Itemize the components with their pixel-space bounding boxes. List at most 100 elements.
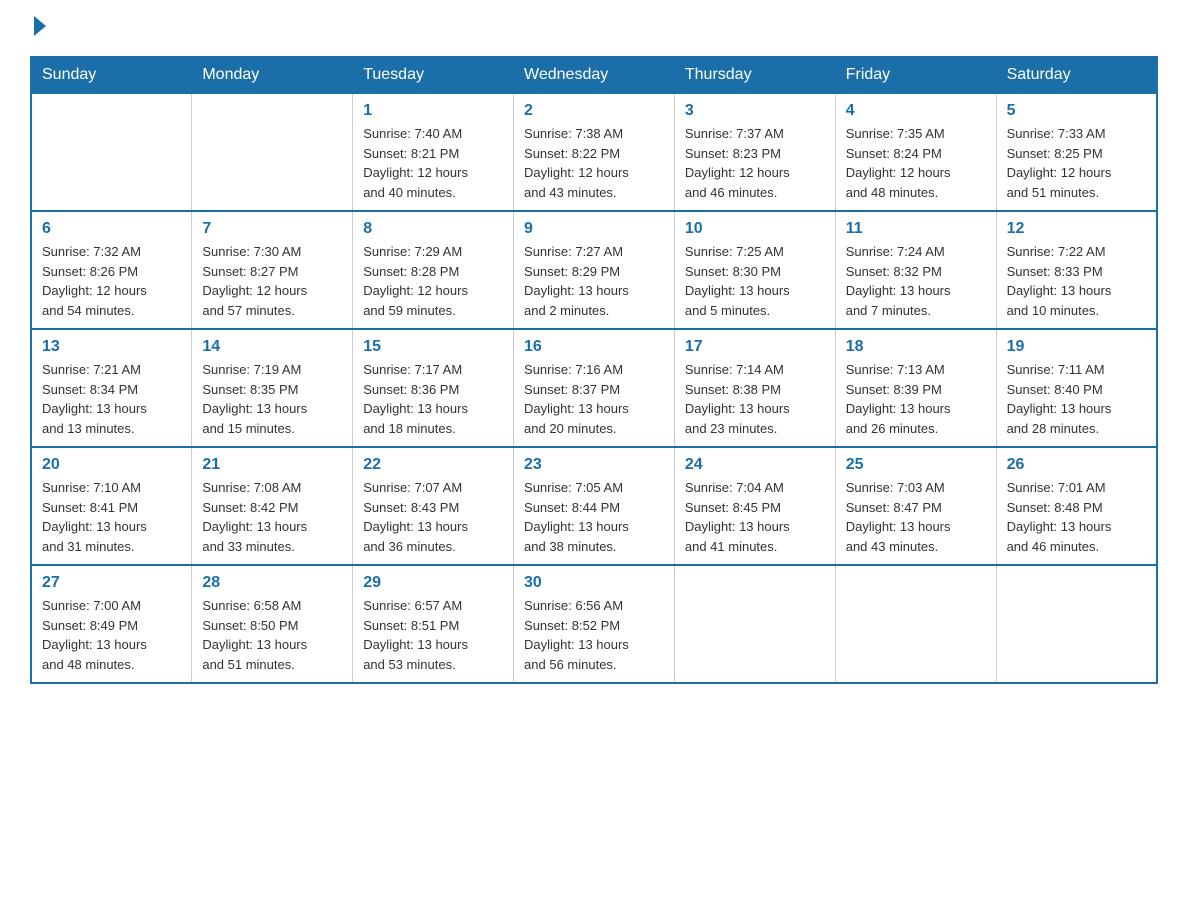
day-number: 21 [202,456,342,474]
day-of-week-header: Thursday [674,57,835,93]
calendar-cell [835,565,996,683]
day-number: 14 [202,338,342,356]
day-info: Sunrise: 7:25 AMSunset: 8:30 PMDaylight:… [685,242,825,320]
calendar-table: SundayMondayTuesdayWednesdayThursdayFrid… [30,56,1158,684]
day-info: Sunrise: 7:11 AMSunset: 8:40 PMDaylight:… [1007,360,1146,438]
day-number: 2 [524,102,664,120]
calendar-cell: 21 Sunrise: 7:08 AMSunset: 8:42 PMDayligh… [192,447,353,565]
day-number: 17 [685,338,825,356]
day-info: Sunrise: 7:19 AMSunset: 8:35 PMDaylight:… [202,360,342,438]
calendar-cell: 3Sunrise: 7:37 AMSunset: 8:23 PMDaylight… [674,93,835,211]
day-info: Sunrise: 7:03 AMSunset: 8:47 PMDaylight:… [846,478,986,556]
day-info: Sunrise: 6:57 AMSunset: 8:51 PMDaylight:… [363,596,503,674]
calendar-cell: 5Sunrise: 7:33 AMSunset: 8:25 PMDaylight… [996,93,1157,211]
calendar-cell: 28 Sunrise: 6:58 AMSunset: 8:50 PMDayligh… [192,565,353,683]
calendar-cell: 27Sunrise: 7:00 AMSunset: 8:49 PMDayligh… [31,565,192,683]
day-number: 20 [42,456,181,474]
logo [30,20,46,36]
day-number: 18 [846,338,986,356]
calendar-cell: 25 Sunrise: 7:03 AMSunset: 8:47 PMDayligh… [835,447,996,565]
day-number: 9 [524,220,664,238]
calendar-cell: 30 Sunrise: 6:56 AMSunset: 8:52 PMDayligh… [514,565,675,683]
day-info: Sunrise: 7:14 AMSunset: 8:38 PMDaylight:… [685,360,825,438]
day-number: 30 [524,574,664,592]
calendar-cell: 23 Sunrise: 7:05 AMSunset: 8:44 PMDayligh… [514,447,675,565]
day-number: 13 [42,338,181,356]
day-info: Sunrise: 7:01 AMSunset: 8:48 PMDaylight:… [1007,478,1146,556]
day-number: 6 [42,220,181,238]
day-of-week-header: Wednesday [514,57,675,93]
day-number: 22 [363,456,503,474]
calendar-cell: 14 Sunrise: 7:19 AMSunset: 8:35 PMDayligh… [192,329,353,447]
calendar-cell [192,93,353,211]
day-number: 11 [846,220,986,238]
day-number: 24 [685,456,825,474]
day-number: 4 [846,102,986,120]
calendar-cell: 24 Sunrise: 7:04 AMSunset: 8:45 PMDayligh… [674,447,835,565]
calendar-week-row: 20 Sunrise: 7:10 AMSunset: 8:41 PMDayligh… [31,447,1157,565]
calendar-cell: 8Sunrise: 7:29 AMSunset: 8:28 PMDaylight… [353,211,514,329]
calendar-cell: 20 Sunrise: 7:10 AMSunset: 8:41 PMDayligh… [31,447,192,565]
day-number: 1 [363,102,503,120]
day-info: Sunrise: 7:40 AMSunset: 8:21 PMDaylight:… [363,124,503,202]
day-of-week-header: Friday [835,57,996,93]
calendar-cell: 9 Sunrise: 7:27 AMSunset: 8:29 PMDaylight… [514,211,675,329]
day-number: 3 [685,102,825,120]
day-number: 16 [524,338,664,356]
calendar-cell: 7Sunrise: 7:30 AMSunset: 8:27 PMDaylight… [192,211,353,329]
calendar-cell: 12Sunrise: 7:22 AMSunset: 8:33 PMDayligh… [996,211,1157,329]
day-number: 29 [363,574,503,592]
calendar-header-row: SundayMondayTuesdayWednesdayThursdayFrid… [31,57,1157,93]
day-number: 15 [363,338,503,356]
day-of-week-header: Sunday [31,57,192,93]
day-info: Sunrise: 7:35 AMSunset: 8:24 PMDaylight:… [846,124,986,202]
calendar-week-row: 27Sunrise: 7:00 AMSunset: 8:49 PMDayligh… [31,565,1157,683]
calendar-cell: 19 Sunrise: 7:11 AMSunset: 8:40 PMDayligh… [996,329,1157,447]
day-number: 25 [846,456,986,474]
day-info: Sunrise: 7:00 AMSunset: 8:49 PMDaylight:… [42,596,181,674]
day-info: Sunrise: 7:16 AMSunset: 8:37 PMDaylight:… [524,360,664,438]
calendar-cell: 1 Sunrise: 7:40 AMSunset: 8:21 PMDaylight… [353,93,514,211]
day-number: 26 [1007,456,1146,474]
day-info: Sunrise: 6:56 AMSunset: 8:52 PMDaylight:… [524,596,664,674]
day-info: Sunrise: 7:24 AMSunset: 8:32 PMDaylight:… [846,242,986,320]
day-info: Sunrise: 7:27 AMSunset: 8:29 PMDaylight:… [524,242,664,320]
day-info: Sunrise: 7:04 AMSunset: 8:45 PMDaylight:… [685,478,825,556]
day-info: Sunrise: 7:05 AMSunset: 8:44 PMDaylight:… [524,478,664,556]
calendar-cell: 11 Sunrise: 7:24 AMSunset: 8:32 PMDayligh… [835,211,996,329]
calendar-cell: 2 Sunrise: 7:38 AMSunset: 8:22 PMDaylight… [514,93,675,211]
calendar-week-row: 1 Sunrise: 7:40 AMSunset: 8:21 PMDaylight… [31,93,1157,211]
calendar-week-row: 6 Sunrise: 7:32 AMSunset: 8:26 PMDaylight… [31,211,1157,329]
calendar-cell: 13 Sunrise: 7:21 AMSunset: 8:34 PMDayligh… [31,329,192,447]
day-info: Sunrise: 7:21 AMSunset: 8:34 PMDaylight:… [42,360,181,438]
day-number: 19 [1007,338,1146,356]
day-info: Sunrise: 7:38 AMSunset: 8:22 PMDaylight:… [524,124,664,202]
calendar-cell: 16 Sunrise: 7:16 AMSunset: 8:37 PMDayligh… [514,329,675,447]
day-number: 7 [202,220,342,238]
calendar-cell: 22 Sunrise: 7:07 AMSunset: 8:43 PMDayligh… [353,447,514,565]
calendar-cell: 29 Sunrise: 6:57 AMSunset: 8:51 PMDayligh… [353,565,514,683]
day-info: Sunrise: 7:29 AMSunset: 8:28 PMDaylight:… [363,242,503,320]
calendar-cell: 26 Sunrise: 7:01 AMSunset: 8:48 PMDayligh… [996,447,1157,565]
page-header [30,20,1158,36]
day-number: 12 [1007,220,1146,238]
day-info: Sunrise: 7:07 AMSunset: 8:43 PMDaylight:… [363,478,503,556]
day-number: 28 [202,574,342,592]
day-info: Sunrise: 7:08 AMSunset: 8:42 PMDaylight:… [202,478,342,556]
calendar-cell [996,565,1157,683]
calendar-cell [674,565,835,683]
calendar-cell: 18 Sunrise: 7:13 AMSunset: 8:39 PMDayligh… [835,329,996,447]
calendar-cell: 4 Sunrise: 7:35 AMSunset: 8:24 PMDaylight… [835,93,996,211]
day-info: Sunrise: 7:17 AMSunset: 8:36 PMDaylight:… [363,360,503,438]
day-number: 5 [1007,102,1146,120]
day-number: 10 [685,220,825,238]
day-info: Sunrise: 6:58 AMSunset: 8:50 PMDaylight:… [202,596,342,674]
calendar-cell [31,93,192,211]
logo-arrow-icon [34,16,46,36]
day-info: Sunrise: 7:13 AMSunset: 8:39 PMDaylight:… [846,360,986,438]
day-number: 23 [524,456,664,474]
day-info: Sunrise: 7:32 AMSunset: 8:26 PMDaylight:… [42,242,181,320]
calendar-cell: 17 Sunrise: 7:14 AMSunset: 8:38 PMDayligh… [674,329,835,447]
day-info: Sunrise: 7:10 AMSunset: 8:41 PMDaylight:… [42,478,181,556]
calendar-cell: 10 Sunrise: 7:25 AMSunset: 8:30 PMDayligh… [674,211,835,329]
